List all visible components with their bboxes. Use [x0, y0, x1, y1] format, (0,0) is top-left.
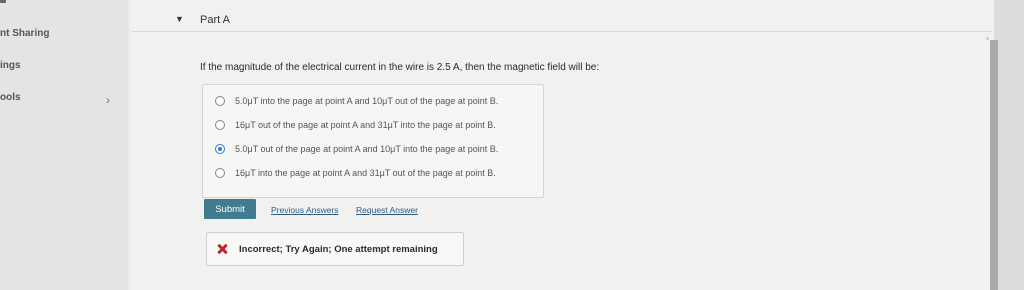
question-text: If the magnitude of the electrical curre… — [200, 62, 600, 73]
sidebar-item-label: nt Sharing — [0, 28, 50, 39]
feedback-text: Incorrect; Try Again; One attempt remain… — [239, 243, 438, 255]
x-icon — [217, 244, 227, 254]
sidebar-item-label: ools — [0, 92, 21, 103]
submit-button[interactable]: Submit — [204, 199, 256, 219]
decorative-dot — [986, 37, 989, 40]
feedback-message: Incorrect; Try Again; One attempt remain… — [206, 232, 464, 266]
right-rail — [994, 0, 1024, 290]
course-sidebar: nt Sharing ings ools › — [0, 0, 128, 290]
radio-button-selected[interactable] — [215, 144, 225, 154]
request-answer-link[interactable]: Request Answer — [356, 205, 418, 215]
option-label: 16μT into the page at point A and 31μT o… — [235, 168, 496, 178]
previous-answers-link[interactable]: Previous Answers — [271, 205, 339, 215]
sidebar-item-settings[interactable]: ings — [0, 60, 21, 71]
part-title[interactable]: Part A — [200, 14, 230, 26]
sidebar-item-label: ings — [0, 60, 21, 71]
chevron-right-icon[interactable]: › — [106, 93, 110, 107]
option-label: 5.0μT out of the page at point A and 10μ… — [235, 144, 499, 154]
scrollbar[interactable] — [990, 40, 998, 290]
radio-button[interactable] — [215, 168, 225, 178]
option-label: 5.0μT into the page at point A and 10μT … — [235, 96, 499, 106]
radio-button[interactable] — [215, 96, 225, 106]
collapse-arrow-icon[interactable]: ▼ — [175, 14, 184, 24]
assignment-panel: ▼ Part A If the magnitude of the electri… — [130, 0, 994, 290]
answer-option[interactable]: 16μT out of the page at point A and 31μT… — [215, 117, 496, 133]
sidebar-item-sharing[interactable]: nt Sharing — [0, 28, 49, 39]
sidebar-top-marker — [0, 0, 6, 3]
option-label: 16μT out of the page at point A and 31μT… — [235, 120, 496, 130]
answer-option[interactable]: 5.0μT into the page at point A and 10μT … — [215, 93, 498, 109]
answer-options: 5.0μT into the page at point A and 10μT … — [202, 84, 544, 198]
radio-button[interactable] — [215, 120, 225, 130]
answer-option[interactable]: 5.0μT out of the page at point A and 10μ… — [215, 141, 498, 157]
answer-option[interactable]: 16μT into the page at point A and 31μT o… — [215, 165, 496, 181]
section-divider — [132, 31, 992, 32]
sidebar-item-tools[interactable]: ools — [0, 92, 21, 103]
